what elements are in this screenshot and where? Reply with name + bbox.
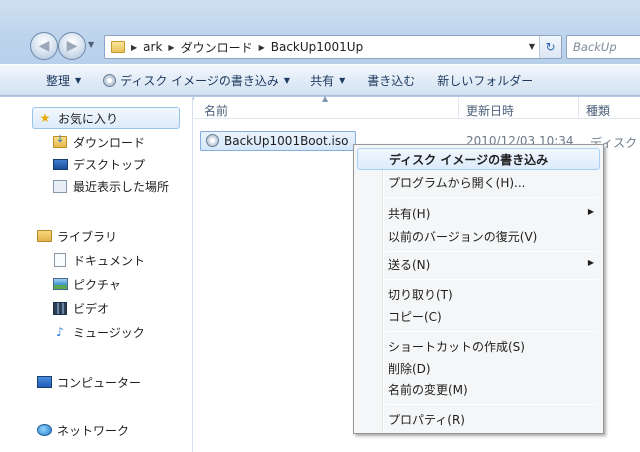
- new-folder-button[interactable]: 新しいフォルダー: [429, 68, 541, 92]
- refresh-icon[interactable]: ↻: [539, 36, 561, 58]
- menu-item-label: 送る(N): [388, 257, 431, 272]
- navigation-pane: ★ お気に入り ダウンロード デスクトップ 最近表示した場所 ライブラリ ドキュ…: [0, 97, 193, 452]
- column-divider[interactable]: [578, 97, 579, 119]
- burn-image-label: ディスク イメージの書き込み: [120, 73, 279, 88]
- menu-separator: [385, 279, 598, 280]
- disc-image-icon: [206, 134, 219, 147]
- column-header-name[interactable]: 名前: [204, 102, 228, 119]
- breadcrumb: ▶ ark ▶ ダウンロード ▶ BackUp1001Up: [125, 39, 363, 56]
- star-icon: ★: [39, 111, 51, 125]
- nav-item-desktop[interactable]: デスクトップ: [52, 153, 145, 175]
- nav-item-documents[interactable]: ドキュメント: [52, 249, 145, 271]
- submenu-arrow-icon: ▶: [587, 258, 594, 267]
- nav-label: ネットワーク: [57, 423, 130, 438]
- video-icon: [53, 301, 67, 315]
- download-folder-icon: [53, 134, 67, 148]
- organize-label: 整理: [46, 73, 71, 88]
- column-header-type[interactable]: 種類: [586, 102, 610, 119]
- chevron-right-icon[interactable]: ▶: [131, 43, 137, 52]
- nav-item-pictures[interactable]: ピクチャ: [52, 273, 121, 295]
- write-label: 書き込む: [367, 73, 416, 88]
- chevron-right-icon[interactable]: ▶: [259, 43, 265, 52]
- chevron-down-icon: ▼: [339, 75, 346, 85]
- nav-item-recent[interactable]: 最近表示した場所: [52, 175, 169, 197]
- burn-image-button[interactable]: ディスク イメージの書き込み ▼: [95, 68, 298, 92]
- context-menu: ディスク イメージの書き込み プログラムから開く(H)... 共有(H) ▶ 以…: [353, 144, 604, 434]
- window-frame: ◀ ▶ ▼ ▶ ark ▶ ダウンロード ▶ BackUp1001Up ▼ ↻ …: [0, 0, 640, 100]
- address-dropdown-icon[interactable]: ▼: [529, 42, 535, 51]
- share-label: 共有: [310, 73, 335, 88]
- menu-item-label: 共有(H): [388, 206, 431, 221]
- menu-separator: [385, 251, 598, 252]
- network-icon: [36, 424, 52, 436]
- nav-label: ピクチャ: [73, 277, 121, 292]
- nav-label: ダウンロード: [73, 135, 146, 150]
- chevron-right-icon[interactable]: ▶: [168, 43, 174, 52]
- folder-icon: [111, 41, 125, 53]
- nav-item-libraries[interactable]: ライブラリ: [36, 225, 117, 247]
- menu-separator: [385, 197, 598, 198]
- computer-icon: [36, 376, 52, 388]
- menu-item-send-to[interactable]: 送る(N) ▶: [357, 253, 600, 275]
- write-button[interactable]: 書き込む: [359, 68, 423, 92]
- menu-item-share[interactable]: 共有(H) ▶: [357, 202, 600, 224]
- breadcrumb-item-ark[interactable]: ark: [143, 40, 162, 54]
- command-bar: 整理 ▼ ディスク イメージの書き込み ▼ 共有 ▼ 書き込む 新しいフォルダー: [0, 64, 640, 96]
- desktop-icon: [52, 158, 68, 170]
- nav-label: ライブラリ: [57, 229, 118, 244]
- column-header-date[interactable]: 更新日時: [466, 102, 514, 119]
- nav-item-network[interactable]: ネットワーク: [36, 419, 129, 441]
- menu-item-delete[interactable]: 削除(D): [357, 357, 600, 379]
- menu-item-rename[interactable]: 名前の変更(M): [357, 378, 600, 400]
- nav-item-music[interactable]: ♪ ミュージック: [52, 321, 145, 343]
- nav-label: ミュージック: [73, 325, 145, 340]
- search-input[interactable]: BackUp: [566, 35, 640, 59]
- organize-button[interactable]: 整理 ▼: [38, 68, 89, 92]
- nav-label: コンピューター: [57, 375, 142, 390]
- library-icon: [36, 230, 52, 242]
- navigation-bar: ◀ ▶ ▼ ▶ ark ▶ ダウンロード ▶ BackUp1001Up ▼ ↻ …: [0, 30, 640, 64]
- breadcrumb-item-downloads[interactable]: ダウンロード: [181, 39, 253, 56]
- nav-label: お気に入り: [58, 111, 119, 126]
- menu-separator: [385, 331, 598, 332]
- forward-button[interactable]: ▶: [58, 32, 86, 60]
- menu-item-copy[interactable]: コピー(C): [357, 305, 600, 327]
- arrow-left-icon: ◀: [38, 38, 50, 54]
- pictures-icon: [52, 278, 68, 290]
- menu-item-open-with[interactable]: プログラムから開く(H)...: [357, 171, 600, 193]
- nav-item-videos[interactable]: ビデオ: [52, 297, 109, 319]
- menu-item-cut[interactable]: 切り取り(T): [357, 283, 600, 305]
- nav-label: ビデオ: [73, 301, 110, 316]
- chevron-down-icon: ▼: [75, 75, 82, 85]
- address-bar[interactable]: ▶ ark ▶ ダウンロード ▶ BackUp1001Up ▼ ↻: [104, 35, 562, 59]
- chevron-down-icon: ▼: [283, 75, 291, 85]
- recent-places-icon: [53, 179, 67, 193]
- recent-pages-dropdown[interactable]: ▼: [88, 40, 94, 49]
- nav-label: デスクトップ: [73, 157, 146, 172]
- column-divider[interactable]: [458, 97, 459, 119]
- menu-item-properties[interactable]: プロパティ(R): [357, 408, 600, 430]
- new-folder-label: 新しいフォルダー: [437, 73, 534, 88]
- menu-item-burn-image[interactable]: ディスク イメージの書き込み: [357, 148, 600, 170]
- nav-item-downloads[interactable]: ダウンロード: [52, 131, 145, 153]
- back-button[interactable]: ◀: [30, 32, 58, 60]
- sort-ascending-icon: ▲: [322, 94, 329, 103]
- document-icon: [54, 253, 66, 267]
- arrow-right-icon: ▶: [66, 38, 78, 54]
- disc-icon: [103, 73, 117, 87]
- submenu-arrow-icon: ▶: [587, 207, 594, 216]
- share-button[interactable]: 共有 ▼: [302, 68, 353, 92]
- nav-label: 最近表示した場所: [73, 179, 170, 194]
- column-header-row: ▲ 名前 更新日時 種類: [194, 94, 640, 119]
- menu-item-restore-versions[interactable]: 以前のバージョンの復元(V): [357, 225, 600, 247]
- menu-separator: [385, 404, 598, 405]
- music-note-icon: ♪: [56, 325, 64, 339]
- file-name: BackUp1001Boot.iso: [224, 134, 349, 148]
- nav-item-favorites[interactable]: ★ お気に入り: [32, 107, 180, 129]
- nav-label: ドキュメント: [73, 253, 146, 268]
- menu-item-create-shortcut[interactable]: ショートカットの作成(S): [357, 335, 600, 357]
- breadcrumb-item-backup[interactable]: BackUp1001Up: [271, 40, 363, 54]
- nav-item-computer[interactable]: コンピューター: [36, 371, 141, 393]
